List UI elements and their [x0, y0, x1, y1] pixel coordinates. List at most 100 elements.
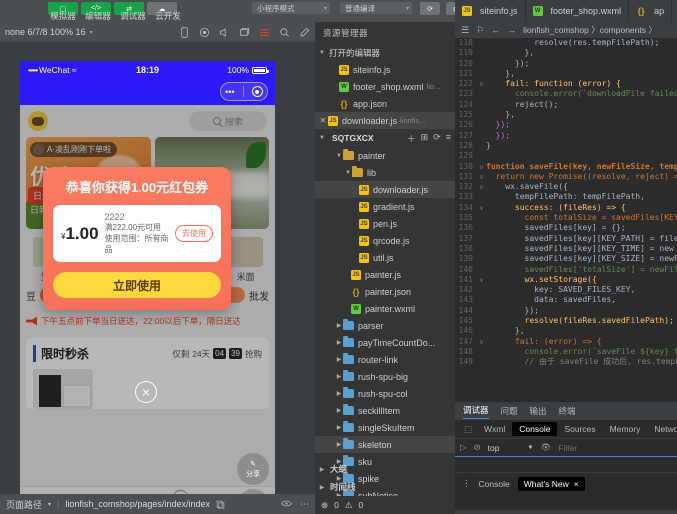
chevron-down-icon[interactable]: ▼: [335, 153, 343, 159]
editor-tab-siteinfo[interactable]: JS siteinfo.js: [455, 0, 526, 22]
fold-toggle[interactable]: [477, 48, 486, 58]
tree-item-skeleton[interactable]: ▶skeleton: [315, 436, 455, 453]
tree-item-util-js[interactable]: JSutil.js: [315, 249, 455, 266]
page-path-selector[interactable]: 页面路径: [6, 498, 42, 511]
open-editor-siteinfo[interactable]: JS siteinfo.js: [315, 61, 455, 78]
kebab-menu-icon[interactable]: ⋮: [462, 478, 471, 489]
menu-icon[interactable]: [259, 27, 270, 38]
devtools-tab-memory[interactable]: Memory: [603, 424, 648, 434]
fold-toggle[interactable]: [477, 120, 486, 130]
tree-item-painter-js[interactable]: JSpainter.js: [315, 266, 455, 283]
open-editor-footer-shop[interactable]: W footer_shop.wxml lio...: [315, 78, 455, 95]
fold-toggle[interactable]: v: [477, 275, 486, 285]
editor-tab-app-json[interactable]: {} ap: [629, 0, 672, 22]
record-icon[interactable]: [199, 27, 210, 38]
fold-toggle[interactable]: [477, 234, 486, 244]
search-icon[interactable]: [279, 27, 290, 38]
tree-item-lib[interactable]: ▼ lib: [315, 164, 455, 181]
eye-icon[interactable]: [281, 499, 292, 508]
chevron-right-icon[interactable]: ▶: [318, 466, 326, 473]
fold-toggle[interactable]: [477, 285, 486, 295]
pen-icon[interactable]: [299, 27, 310, 38]
bottom-tab-output[interactable]: 输出: [530, 405, 547, 417]
chevron-down-icon[interactable]: ▼: [344, 170, 352, 176]
device-chevron-icon[interactable]: ▾: [90, 29, 93, 36]
share-float-button[interactable]: ✎ 分享: [237, 453, 269, 485]
fold-toggle[interactable]: [477, 326, 486, 336]
devtools-tab-sources[interactable]: Sources: [557, 424, 602, 434]
devtools-tab-network[interactable]: Netwo: [647, 424, 677, 434]
close-icon[interactable]: ✕: [318, 116, 328, 125]
chevron-right-icon[interactable]: ▶: [335, 424, 343, 431]
refresh-icon[interactable]: ⟳: [433, 132, 441, 145]
wechat-capsule[interactable]: •••: [220, 82, 268, 101]
fold-toggle[interactable]: v: [477, 172, 486, 182]
new-file-icon[interactable]: ＋: [407, 132, 416, 145]
fold-toggle[interactable]: [477, 59, 486, 69]
fold-toggle[interactable]: [477, 100, 486, 110]
device-selector[interactable]: none 6/7/8 100% 16: [5, 27, 86, 37]
execute-icon[interactable]: ▷: [460, 442, 467, 453]
footer-more-button[interactable]: ⋯: [300, 499, 309, 510]
tree-item-parser[interactable]: ▶parser: [315, 317, 455, 334]
fold-toggle[interactable]: [477, 213, 486, 223]
tree-item-painter-wxml[interactable]: Wpainter.wxml: [315, 300, 455, 317]
fold-toggle[interactable]: [477, 131, 486, 141]
capsule-more-icon[interactable]: •••: [225, 87, 234, 97]
chevron-right-icon[interactable]: ▶: [335, 407, 343, 414]
fold-toggle[interactable]: v: [477, 337, 486, 347]
fold-toggle[interactable]: [477, 223, 486, 233]
bottom-tab-debugger[interactable]: 调试器: [463, 404, 489, 419]
chevron-right-icon[interactable]: ▶: [335, 441, 343, 448]
chevron-right-icon[interactable]: ▶: [318, 484, 326, 491]
bottom-tab-terminal[interactable]: 终端: [559, 405, 576, 417]
new-folder-icon[interactable]: ⊞: [421, 132, 429, 145]
bookmark-icon[interactable]: ⚐: [476, 25, 484, 36]
fold-toggle[interactable]: [477, 110, 486, 120]
mode-select[interactable]: 小程序模式: [252, 2, 330, 14]
fold-toggle[interactable]: [477, 151, 486, 161]
device-icon[interactable]: [179, 27, 190, 38]
coupon-cta-button[interactable]: 立即使用: [53, 272, 221, 298]
coupon-use-link[interactable]: 去使用: [175, 225, 213, 242]
project-root-row[interactable]: ▼ SQTGXCX ＋ ⊞ ⟳ ≡: [315, 129, 455, 147]
collapse-icon[interactable]: ≡: [446, 132, 451, 145]
fold-toggle[interactable]: v: [477, 203, 486, 213]
tree-item-paytimecountdown[interactable]: ▶payTimeCountDo...: [315, 334, 455, 351]
fold-toggle[interactable]: [477, 265, 486, 275]
fold-toggle[interactable]: v: [477, 79, 486, 89]
filter-input[interactable]: Filter: [558, 443, 677, 453]
drawer-tab-whats-new[interactable]: What's New ×: [518, 477, 585, 491]
tree-item-seckillitem[interactable]: ▶seckillItem: [315, 402, 455, 419]
fold-toggle[interactable]: [477, 141, 486, 151]
inspect-icon[interactable]: ⬚: [459, 424, 477, 435]
open-editor-app-json[interactable]: {} app.json: [315, 95, 455, 112]
fold-toggle[interactable]: [477, 316, 486, 326]
footer-chevron-icon[interactable]: ▾: [48, 501, 51, 508]
chevron-right-icon[interactable]: ▶: [335, 356, 343, 363]
forward-arrow-icon[interactable]: →: [507, 25, 516, 35]
capsule-close-icon[interactable]: [252, 86, 263, 97]
tree-item-router-link[interactable]: ▶router-link: [315, 351, 455, 368]
window-icon[interactable]: [239, 27, 250, 38]
clear-icon[interactable]: ⊘: [474, 442, 481, 453]
tree-item-gradient-js[interactable]: JSgradient.js: [315, 198, 455, 215]
fold-toggle[interactable]: [477, 295, 486, 305]
fold-toggle[interactable]: [477, 244, 486, 254]
editor-tab-footer-shop[interactable]: W footer_shop.wxml: [526, 0, 630, 22]
tree-item-painter-json[interactable]: {}painter.json: [315, 283, 455, 300]
fold-toggle[interactable]: [477, 192, 486, 202]
tree-item-qrcode-js[interactable]: JSqrcode.js: [315, 232, 455, 249]
outline-section[interactable]: ▶ 大纲: [315, 460, 455, 478]
fold-toggle[interactable]: v: [477, 162, 486, 172]
chevron-down-icon[interactable]: ▼: [318, 135, 326, 141]
chevron-right-icon[interactable]: ▶: [335, 373, 343, 380]
compile-select[interactable]: 普通编译: [340, 2, 412, 14]
context-select[interactable]: top ▼: [488, 443, 534, 453]
tree-item-rush-spu-big[interactable]: ▶rush-spu-big: [315, 368, 455, 385]
fold-toggle[interactable]: v: [477, 182, 486, 192]
devtools-tab-console[interactable]: Console: [512, 422, 557, 436]
chevron-right-icon[interactable]: ▶: [335, 390, 343, 397]
warning-triangle-icon[interactable]: ⚠: [345, 500, 353, 511]
fold-toggle[interactable]: [477, 254, 486, 264]
